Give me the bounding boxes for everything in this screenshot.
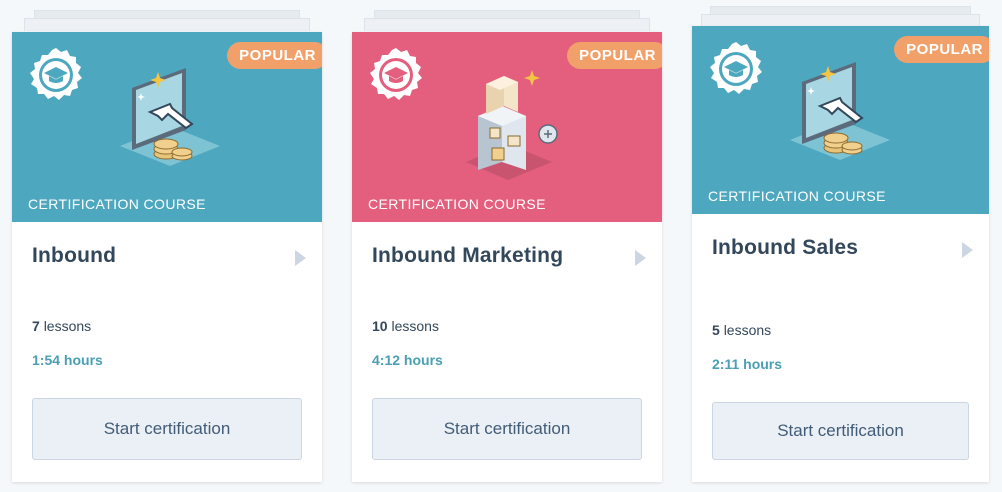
play-arrow-icon[interactable] (295, 250, 306, 266)
lessons-number: 7 (32, 318, 40, 334)
course-card[interactable]: POPULAR CERTIFICATION COURSE Inbound 7 l… (12, 32, 322, 482)
lessons-count: 7 lessons (32, 318, 91, 334)
card-body: Inbound 7 lessons 1:54 hours Start certi… (12, 222, 322, 482)
course-card-inbound-sales[interactable]: POPULAR CERTIFICATION COURSE Inbound Sal… (692, 6, 989, 482)
card-banner: POPULAR CERTIFICATION COURSE (692, 26, 989, 214)
play-arrow-icon[interactable] (635, 250, 646, 266)
computer-cursor-coins-icon (790, 62, 890, 160)
card-banner: POPULAR CERTIFICATION COURSE (12, 32, 322, 222)
certificate-seal-icon (30, 48, 82, 100)
computer-cursor-coins-icon (120, 68, 220, 166)
card-stack-layer (24, 18, 310, 31)
start-certification-button[interactable]: Start certification (712, 402, 969, 460)
lessons-label: lessons (391, 318, 439, 334)
category-label: CERTIFICATION COURSE (368, 196, 546, 212)
course-card[interactable]: POPULAR CERTIFICATION COURSE Inbound Sal… (692, 26, 989, 482)
popular-badge: POPULAR (567, 42, 662, 69)
category-label: CERTIFICATION COURSE (708, 188, 886, 204)
lessons-label: lessons (723, 322, 772, 338)
popular-badge: POPULAR (894, 36, 989, 63)
course-duration: 1:54 hours (32, 352, 103, 368)
course-duration: 4:12 hours (372, 352, 443, 368)
card-body: Inbound Marketing 10 lessons 4:12 hours … (352, 222, 662, 482)
certificate-seal-icon (370, 48, 422, 100)
start-certification-button[interactable]: Start certification (32, 398, 302, 460)
course-title[interactable]: Inbound (32, 244, 116, 268)
course-duration: 2:11 hours (712, 356, 783, 372)
building-blocks-icon (466, 70, 558, 180)
lessons-label: lessons (43, 318, 92, 334)
lessons-number: 5 (712, 322, 720, 338)
lessons-count: 10 lessons (372, 318, 439, 334)
card-stack-layer (364, 18, 650, 31)
certificate-seal-icon (710, 42, 762, 94)
course-title[interactable]: Inbound Sales (712, 236, 858, 260)
course-card[interactable]: POPULAR CERTIFICATION COURSE Inbound Mar… (352, 32, 662, 482)
course-card-inbound-marketing[interactable]: POPULAR CERTIFICATION COURSE Inbound Mar… (352, 10, 662, 482)
start-certification-button[interactable]: Start certification (372, 398, 642, 460)
popular-badge: POPULAR (227, 42, 322, 69)
card-banner: POPULAR CERTIFICATION COURSE (352, 32, 662, 222)
play-arrow-icon[interactable] (962, 242, 973, 258)
course-title[interactable]: Inbound Marketing (372, 244, 563, 268)
card-body: Inbound Sales 5 lessons 2:11 hours Start… (692, 214, 989, 482)
category-label: CERTIFICATION COURSE (28, 196, 206, 212)
course-card-inbound[interactable]: POPULAR CERTIFICATION COURSE Inbound 7 l… (12, 10, 322, 482)
lessons-number: 10 (372, 318, 388, 334)
lessons-count: 5 lessons (712, 322, 771, 338)
